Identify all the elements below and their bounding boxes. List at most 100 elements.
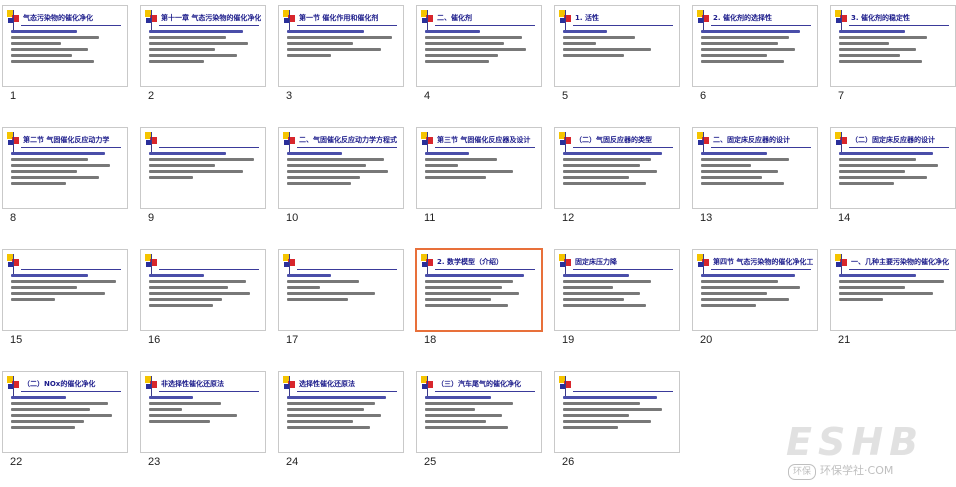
slide-number: 23 bbox=[148, 456, 161, 468]
slide-text-line bbox=[701, 164, 751, 167]
slide-text-line bbox=[839, 36, 927, 39]
slide-text-line bbox=[11, 420, 84, 423]
slide-text-line bbox=[287, 48, 381, 51]
slide-preview[interactable] bbox=[2, 249, 128, 331]
slide-text-line bbox=[11, 280, 116, 283]
slide-thumbnail-9[interactable]: 9 bbox=[140, 127, 266, 224]
watermark-logo: ESHB 环保 环保学社·COM bbox=[770, 420, 950, 484]
slide-thumbnail-25[interactable]: （三）汽车尾气的催化净化 25 bbox=[416, 371, 542, 468]
slide-text-line bbox=[839, 164, 938, 167]
slide-body-text bbox=[701, 30, 811, 82]
slide-title: （三）汽车尾气的催化净化 bbox=[437, 380, 521, 388]
slide-body-text bbox=[425, 30, 535, 82]
slide-text-line bbox=[287, 414, 381, 417]
slide-thumbnail-19[interactable]: 固定床压力降 19 bbox=[554, 249, 680, 346]
slide-decoration-icon bbox=[145, 254, 159, 274]
slide-thumbnail-23[interactable]: 非选择性催化还原法 23 bbox=[140, 371, 266, 468]
slide-title-rule bbox=[573, 147, 673, 148]
slide-preview[interactable]: （二）固定床反应器的设计 bbox=[830, 127, 956, 209]
slide-thumbnail-17[interactable]: 17 bbox=[278, 249, 404, 346]
slide-preview[interactable] bbox=[554, 371, 680, 453]
slide-title-rule bbox=[297, 147, 397, 148]
slide-text-line bbox=[563, 292, 640, 295]
slide-preview[interactable] bbox=[140, 127, 266, 209]
slide-body-text bbox=[287, 30, 397, 82]
slide-thumbnail-2[interactable]: 第十一章 气态污染物的催化净化 2 bbox=[140, 5, 266, 102]
slide-text-line bbox=[149, 274, 204, 277]
slide-title-rule bbox=[297, 269, 397, 270]
slide-thumbnail-1[interactable]: 气态污染物的催化净化 1 bbox=[2, 5, 128, 102]
slide-preview[interactable]: 1. 活性 bbox=[554, 5, 680, 87]
slide-preview[interactable]: 第十一章 气态污染物的催化净化 bbox=[140, 5, 266, 87]
slide-text-line bbox=[563, 414, 629, 417]
slide-thumbnail-14[interactable]: （二）固定床反应器的设计 14 bbox=[830, 127, 956, 224]
slide-preview[interactable] bbox=[278, 249, 404, 331]
slide-text-line bbox=[839, 158, 916, 161]
slide-body-text bbox=[149, 152, 259, 204]
slide-thumbnail-5[interactable]: 1. 活性 5 bbox=[554, 5, 680, 102]
slide-decoration-icon bbox=[145, 132, 159, 152]
slide-title: 3. 催化剂的稳定性 bbox=[851, 14, 910, 22]
slide-thumbnail-21[interactable]: 一、几种主要污染物的催化净化 21 bbox=[830, 249, 956, 346]
slide-thumbnail-7[interactable]: 3. 催化剂的稳定性 7 bbox=[830, 5, 956, 102]
slide-thumbnail-8[interactable]: 第二节 气固催化反应动力学 8 bbox=[2, 127, 128, 224]
slide-body-text bbox=[701, 152, 811, 204]
slide-title-rule bbox=[435, 147, 535, 148]
slide-title-rule bbox=[849, 269, 949, 270]
slide-text-line bbox=[287, 54, 331, 57]
slide-decoration-icon bbox=[559, 10, 573, 30]
slide-text-line bbox=[839, 152, 933, 155]
slide-preview[interactable]: 第三节 气固催化反应器及设计 bbox=[416, 127, 542, 209]
slide-thumbnail-10[interactable]: 二、气固催化反应动力学方程式 10 bbox=[278, 127, 404, 224]
slide-text-line bbox=[425, 304, 508, 307]
slide-preview[interactable]: 第二节 气固催化反应动力学 bbox=[2, 127, 128, 209]
slide-preview[interactable] bbox=[140, 249, 266, 331]
slide-preview[interactable]: 二、催化剂 bbox=[416, 5, 542, 87]
slide-thumbnail-16[interactable]: 16 bbox=[140, 249, 266, 346]
slide-thumbnail-3[interactable]: 第一节 催化作用和催化剂 3 bbox=[278, 5, 404, 102]
slide-text-line bbox=[11, 286, 77, 289]
slide-text-line bbox=[11, 402, 108, 405]
slide-thumbnail-26[interactable]: 26 bbox=[554, 371, 680, 468]
slide-preview[interactable]: 2. 催化剂的选择性 bbox=[692, 5, 818, 87]
slide-preview[interactable]: 2. 数学模型（介绍） bbox=[415, 248, 543, 332]
slide-text-line bbox=[425, 298, 491, 301]
slide-thumbnail-11[interactable]: 第三节 气固催化反应器及设计 11 bbox=[416, 127, 542, 224]
slide-text-line bbox=[425, 408, 475, 411]
slide-thumbnail-22[interactable]: （二）NOx的催化净化 22 bbox=[2, 371, 128, 468]
slide-thumbnail-6[interactable]: 2. 催化剂的选择性 6 bbox=[692, 5, 818, 102]
slide-text-line bbox=[11, 48, 88, 51]
slide-number: 3 bbox=[286, 90, 293, 102]
slide-title-rule bbox=[573, 391, 673, 392]
slide-text-line bbox=[11, 36, 99, 39]
slide-text-line bbox=[563, 48, 651, 51]
slide-thumbnail-20[interactable]: 第四节 气态污染物的催化净化工艺 20 bbox=[692, 249, 818, 346]
slide-preview[interactable]: 二、气固催化反应动力学方程式 bbox=[278, 127, 404, 209]
slide-thumbnail-4[interactable]: 二、催化剂 4 bbox=[416, 5, 542, 102]
slide-number: 1 bbox=[10, 90, 17, 102]
slide-preview[interactable]: 第一节 催化作用和催化剂 bbox=[278, 5, 404, 87]
slide-preview[interactable]: 3. 催化剂的稳定性 bbox=[830, 5, 956, 87]
slide-decoration-icon bbox=[835, 132, 849, 152]
slide-preview[interactable]: （三）汽车尾气的催化净化 bbox=[416, 371, 542, 453]
slide-preview[interactable]: 选择性催化还原法 bbox=[278, 371, 404, 453]
slide-preview[interactable]: 非选择性催化还原法 bbox=[140, 371, 266, 453]
slide-thumbnail-15[interactable]: 15 bbox=[2, 249, 128, 346]
watermark-site-text: 环保 环保学社·COM bbox=[788, 464, 893, 480]
slide-title: （二）固定床反应器的设计 bbox=[851, 136, 935, 144]
slide-preview[interactable]: 固定床压力降 bbox=[554, 249, 680, 331]
slide-text-line bbox=[149, 164, 215, 167]
slide-preview[interactable]: （二）NOx的催化净化 bbox=[2, 371, 128, 453]
slide-preview[interactable]: （二）气固反应器的类型 bbox=[554, 127, 680, 209]
slide-thumbnail-18[interactable]: 2. 数学模型（介绍） 18 bbox=[415, 248, 543, 346]
slide-preview[interactable]: 二、固定床反应器的设计 bbox=[692, 127, 818, 209]
slide-title-rule bbox=[159, 147, 259, 148]
slide-preview[interactable]: 第四节 气态污染物的催化净化工艺 bbox=[692, 249, 818, 331]
slide-title-rule bbox=[159, 391, 259, 392]
slide-thumbnail-24[interactable]: 选择性催化还原法 24 bbox=[278, 371, 404, 468]
slide-decoration-icon bbox=[559, 254, 573, 274]
slide-preview[interactable]: 一、几种主要污染物的催化净化 bbox=[830, 249, 956, 331]
slide-thumbnail-13[interactable]: 二、固定床反应器的设计 13 bbox=[692, 127, 818, 224]
slide-preview[interactable]: 气态污染物的催化净化 bbox=[2, 5, 128, 87]
slide-thumbnail-12[interactable]: （二）气固反应器的类型 12 bbox=[554, 127, 680, 224]
